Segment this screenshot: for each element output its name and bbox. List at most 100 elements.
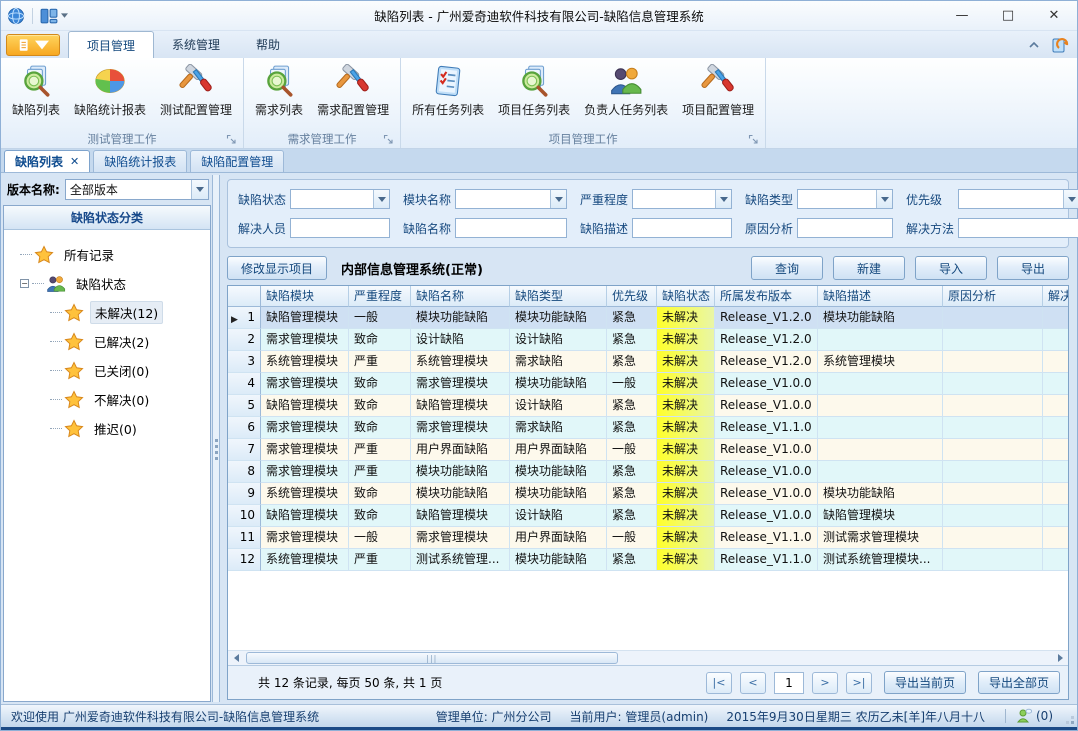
tree-item-closed[interactable]: 已关闭(0) bbox=[10, 356, 210, 385]
row-indicator: 8 bbox=[228, 461, 261, 483]
close-tab-icon[interactable]: ✕ bbox=[70, 155, 79, 168]
horizontal-scrollbar[interactable]: ||| bbox=[228, 650, 1068, 665]
table-row[interactable]: 8需求管理模块严重模块功能缺陷模块功能缺陷紧急未解决Release_V1.0.0 bbox=[228, 461, 1068, 483]
filter-input-cause-analysis[interactable] bbox=[797, 218, 893, 238]
filter-combo-defect-status[interactable] bbox=[290, 189, 390, 209]
ribbon-button-defect-stats-report[interactable]: 缺陷统计报表 bbox=[67, 61, 153, 120]
last-page-button[interactable]: >| bbox=[846, 672, 872, 694]
chevron-down-icon[interactable] bbox=[876, 190, 892, 208]
tree-item-wont-fix[interactable]: 不解决(0) bbox=[10, 385, 210, 414]
table-row[interactable]: 6需求管理模块致命需求管理模块需求缺陷紧急未解决Release_V1.1.0 bbox=[228, 417, 1068, 439]
tree-item-resolved[interactable]: 已解决(2) bbox=[10, 327, 210, 356]
ribbon-tab-system-management[interactable]: 系统管理 bbox=[154, 31, 238, 58]
page-number-input[interactable] bbox=[774, 672, 804, 694]
filter-input-defect-name[interactable] bbox=[455, 218, 567, 238]
ribbon-button-project-task-list[interactable]: 项目任务列表 bbox=[491, 61, 577, 120]
close-button[interactable]: ✕ bbox=[1031, 1, 1077, 30]
filter-combo-module-name[interactable] bbox=[455, 189, 567, 209]
table-row[interactable]: ▶1缺陷管理模块一般模块功能缺陷模块功能缺陷紧急未解决Release_V1.2.… bbox=[228, 307, 1068, 329]
doc-search-icon bbox=[262, 64, 296, 98]
new-button[interactable]: 新建 bbox=[833, 256, 905, 280]
table-row[interactable]: 3系统管理模块严重系统管理模块需求缺陷紧急未解决Release_V1.2.0系统… bbox=[228, 351, 1068, 373]
column-header[interactable]: 原因分析 bbox=[943, 286, 1043, 307]
resize-grip-icon[interactable] bbox=[1071, 721, 1074, 724]
filter-combo-defect-type[interactable] bbox=[797, 189, 893, 209]
tree-item-defect-status[interactable]: −缺陷状态 bbox=[10, 269, 210, 298]
version-select[interactable]: 全部版本 bbox=[65, 179, 209, 200]
chevron-down-icon[interactable] bbox=[715, 190, 731, 208]
chevron-down-icon[interactable] bbox=[550, 190, 566, 208]
ribbon-button-project-config[interactable]: 项目配置管理 bbox=[675, 61, 761, 120]
table-cell: 未解决 bbox=[657, 527, 715, 549]
column-header[interactable]: 缺陷描述 bbox=[818, 286, 943, 307]
dialog-launcher-icon[interactable] bbox=[748, 134, 759, 145]
modify-display-button[interactable]: 修改显示项目 bbox=[227, 256, 327, 280]
content-panel: 缺陷状态模块名称严重程度缺陷类型优先级解决人员缺陷名称缺陷描述原因分析解决方法 … bbox=[221, 175, 1075, 702]
doc-tab-label: 缺陷配置管理 bbox=[201, 153, 273, 170]
import-button[interactable]: 导入 bbox=[915, 256, 987, 280]
query-button[interactable]: 查询 bbox=[751, 256, 823, 280]
ribbon-button-defect-list[interactable]: 缺陷列表 bbox=[5, 61, 67, 120]
doc-tab-defect-list[interactable]: 缺陷列表✕ bbox=[4, 150, 90, 172]
messages-person-icon[interactable] bbox=[1016, 708, 1032, 724]
dialog-launcher-icon[interactable] bbox=[383, 134, 394, 145]
chevron-down-icon[interactable] bbox=[373, 190, 389, 208]
table-row[interactable]: 2需求管理模块致命设计缺陷设计缺陷紧急未解决Release_V1.2.0 bbox=[228, 329, 1068, 351]
first-page-button[interactable]: |< bbox=[706, 672, 732, 694]
table-row[interactable]: 9系统管理模块致命模块功能缺陷模块功能缺陷紧急未解决Release_V1.0.0… bbox=[228, 483, 1068, 505]
column-header[interactable]: 缺陷类型 bbox=[510, 286, 607, 307]
filter-input-solution[interactable] bbox=[958, 218, 1078, 238]
chevron-down-icon[interactable] bbox=[1063, 190, 1078, 208]
column-header[interactable]: 优先级 bbox=[607, 286, 657, 307]
layout-icon[interactable] bbox=[40, 7, 58, 25]
maximize-button[interactable]: □ bbox=[985, 1, 1031, 30]
app-menu-button[interactable] bbox=[6, 34, 60, 56]
row-indicator: 6 bbox=[228, 417, 261, 439]
ribbon-tab-project-management[interactable]: 项目管理 bbox=[68, 31, 154, 58]
dialog-launcher-icon[interactable] bbox=[226, 134, 237, 145]
ribbon-button-test-config[interactable]: 测试配置管理 bbox=[153, 61, 239, 120]
filter-input-resolver[interactable] bbox=[290, 218, 390, 238]
scrollbar-track[interactable]: ||| bbox=[244, 651, 1052, 665]
collapse-icon[interactable]: − bbox=[20, 279, 29, 288]
column-header[interactable]: 严重程度 bbox=[349, 286, 411, 307]
quick-access-dropdown-icon[interactable] bbox=[61, 13, 68, 18]
ribbon-button-all-task-list[interactable]: 所有任务列表 bbox=[405, 61, 491, 120]
filter-input-defect-description[interactable] bbox=[632, 218, 732, 238]
help-icon[interactable] bbox=[1051, 36, 1069, 54]
table-row[interactable]: 12系统管理模块严重测试系统管理...模块功能缺陷紧急未解决Release_V1… bbox=[228, 549, 1068, 571]
scrollbar-thumb[interactable]: ||| bbox=[246, 652, 618, 664]
ribbon-button-requirement-list[interactable]: 需求列表 bbox=[248, 61, 310, 120]
column-header[interactable]: 解决方法 bbox=[1043, 286, 1068, 307]
scroll-right-icon[interactable] bbox=[1052, 651, 1068, 665]
sidebar-splitter[interactable] bbox=[212, 175, 220, 702]
table-row[interactable]: 5缺陷管理模块致命缺陷管理模块设计缺陷紧急未解决Release_V1.0.0 bbox=[228, 395, 1068, 417]
scroll-left-icon[interactable] bbox=[228, 651, 244, 665]
doc-tab-defect-stats-report[interactable]: 缺陷统计报表 bbox=[93, 150, 187, 172]
table-row[interactable]: 7需求管理模块严重用户界面缺陷用户界面缺陷一般未解决Release_V1.0.0 bbox=[228, 439, 1068, 461]
minimize-button[interactable]: — bbox=[939, 1, 985, 30]
table-row[interactable]: 10缺陷管理模块致命缺陷管理模块设计缺陷紧急未解决Release_V1.0.0缺… bbox=[228, 505, 1068, 527]
ribbon-button-requirement-config[interactable]: 需求配置管理 bbox=[310, 61, 396, 120]
table-row[interactable]: 11需求管理模块一般需求管理模块用户界面缺陷一般未解决Release_V1.1.… bbox=[228, 527, 1068, 549]
ribbon-button-owner-task-list[interactable]: 负责人任务列表 bbox=[577, 61, 675, 120]
filter-combo-priority[interactable] bbox=[958, 189, 1078, 209]
export-current-page-button[interactable]: 导出当前页 bbox=[884, 671, 966, 694]
tree-item-unresolved[interactable]: 未解决(12) bbox=[10, 298, 210, 327]
next-page-button[interactable]: > bbox=[812, 672, 838, 694]
prev-page-button[interactable]: < bbox=[740, 672, 766, 694]
export-button[interactable]: 导出 bbox=[997, 256, 1069, 280]
filter-combo-severity[interactable] bbox=[632, 189, 732, 209]
chevron-down-icon[interactable] bbox=[191, 180, 208, 199]
ribbon-tab-help[interactable]: 帮助 bbox=[238, 31, 298, 58]
doc-tab-defect-config[interactable]: 缺陷配置管理 bbox=[190, 150, 284, 172]
column-header[interactable]: 缺陷状态 bbox=[657, 286, 715, 307]
column-header[interactable]: 所属发布版本 bbox=[715, 286, 818, 307]
export-all-pages-button[interactable]: 导出全部页 bbox=[978, 671, 1060, 694]
ribbon-collapse-icon[interactable] bbox=[1029, 42, 1039, 48]
column-header[interactable]: 缺陷模块 bbox=[261, 286, 349, 307]
tree-item-postponed[interactable]: 推迟(0) bbox=[10, 414, 210, 443]
column-header[interactable]: 缺陷名称 bbox=[411, 286, 510, 307]
tree-item-all-records[interactable]: 所有记录 bbox=[10, 240, 210, 269]
table-row[interactable]: 4需求管理模块致命需求管理模块模块功能缺陷一般未解决Release_V1.0.0 bbox=[228, 373, 1068, 395]
